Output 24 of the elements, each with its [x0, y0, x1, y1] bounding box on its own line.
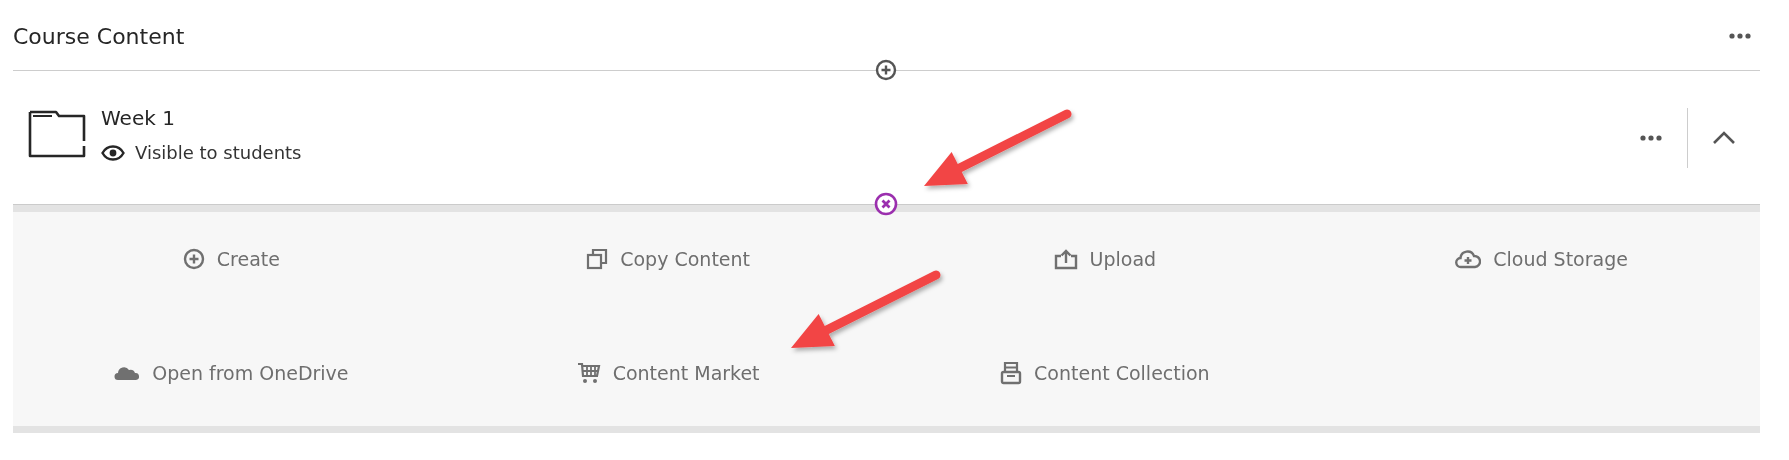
menu-option[interactable]: Content Collection	[1000, 361, 1210, 385]
cloud-icon	[114, 365, 141, 381]
plus-circle-icon	[182, 248, 205, 270]
cloud-plus-icon	[1455, 248, 1482, 270]
cart-icon	[576, 361, 601, 385]
chevron-up-icon	[1712, 130, 1736, 145]
folder-icon	[28, 109, 86, 158]
more-icon	[1729, 33, 1751, 39]
menu-option[interactable]: Copy Content	[586, 248, 751, 270]
menu-option[interactable]: Content Market	[576, 361, 760, 385]
close-icon[interactable]	[874, 192, 898, 216]
menu-option[interactable]: Cloud Storage	[1455, 248, 1628, 270]
page-title: Course Content	[13, 23, 185, 49]
item-title[interactable]: Week 1	[101, 106, 302, 130]
menu-option[interactable]: Open from OneDrive	[114, 362, 349, 384]
visibility-status[interactable]: Visible to students	[135, 142, 302, 163]
add-icon[interactable]	[875, 59, 897, 81]
more-icon	[1640, 134, 1662, 141]
eye-icon	[101, 144, 125, 161]
copy-icon	[586, 248, 609, 270]
upload-icon	[1053, 248, 1078, 270]
menu-option[interactable]: Upload	[1053, 248, 1157, 270]
menu-option[interactable]: Create	[182, 248, 280, 270]
archive-icon	[1000, 361, 1023, 385]
